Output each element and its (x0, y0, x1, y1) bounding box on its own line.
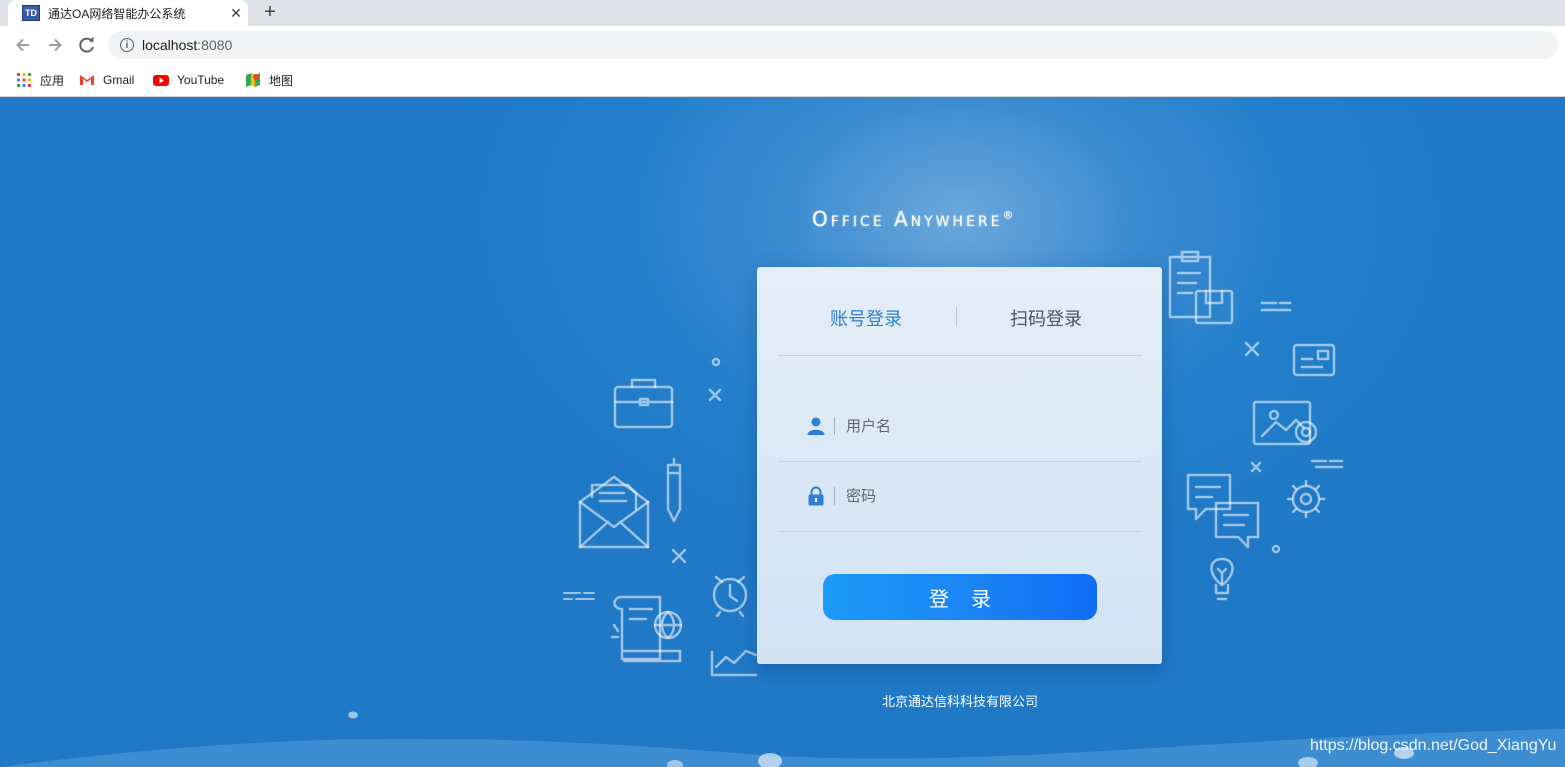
password-input[interactable] (844, 486, 1108, 506)
id-card-icon (1292, 343, 1336, 377)
password-field (778, 461, 1142, 532)
login-card: 账号登录 扫码登录 登录 (757, 267, 1162, 664)
url-port: :8080 (197, 37, 233, 53)
logo-text: Office Anywhere (812, 207, 1003, 231)
briefcase-icon (613, 378, 674, 429)
login-button[interactable]: 登录 (823, 574, 1097, 620)
envelope-icon (578, 475, 650, 549)
tab-account-login[interactable]: 账号登录 (830, 305, 902, 331)
address-bar[interactable]: i localhost:8080 (108, 31, 1558, 59)
tab-qrcode-login[interactable]: 扫码登录 (1010, 305, 1082, 331)
image-settings-icon (1252, 400, 1318, 446)
bookmark-label: Gmail (103, 73, 135, 87)
lock-icon (808, 486, 824, 506)
field-separator (834, 417, 835, 435)
back-arrow-icon[interactable] (12, 34, 34, 56)
youtube-icon (153, 75, 169, 86)
url-host: localhost (142, 37, 198, 53)
registered-mark: ® (1002, 208, 1014, 222)
gear-icon (1286, 479, 1326, 519)
gmail-icon (80, 75, 94, 85)
reload-icon[interactable] (76, 34, 98, 56)
login-page: Office Anywhere® 账号登录 扫码登录 登录 (0, 97, 1565, 767)
user-icon (807, 417, 825, 435)
csdn-watermark: https://blog.csdn.net/God_XiangYu (1310, 737, 1557, 754)
browser-tab[interactable]: TD 通达OA网络智能办公系统 ✕ (8, 0, 248, 26)
browser-tabstrip: TD 通达OA网络智能办公系统 ✕ + (0, 0, 1565, 26)
line-chart-icon (710, 649, 758, 677)
apps-grid-icon (17, 73, 31, 87)
username-field (778, 391, 1142, 462)
pen-icon (666, 457, 682, 523)
clipboard-icon (1168, 250, 1234, 325)
alarm-clock-icon (712, 575, 748, 618)
tab-divider (956, 307, 957, 327)
login-tabs: 账号登录 扫码登录 (778, 267, 1142, 356)
bookmark-label: YouTube (177, 73, 225, 87)
office-anywhere-logo: Office Anywhere® (812, 207, 1013, 231)
field-separator (834, 487, 835, 505)
new-tab-button[interactable]: + (258, 1, 282, 25)
site-info-icon[interactable]: i (120, 38, 134, 52)
username-input[interactable] (844, 416, 1108, 436)
chat-bubbles-icon (1186, 473, 1260, 549)
bookmark-youtube[interactable]: YouTube (153, 70, 224, 90)
bookmark-gmail[interactable]: Gmail (79, 70, 134, 90)
bookmarks-bar: 应用 Gmail YouTube 地图 (0, 64, 1565, 97)
browser-toolbar: i localhost:8080 (0, 26, 1565, 64)
tab-title: 通达OA网络智能办公系统 (48, 6, 186, 21)
maps-icon (246, 73, 260, 87)
bookmark-label: 地图 (269, 73, 294, 88)
close-tab-icon[interactable]: ✕ (224, 5, 248, 22)
bottom-wave-decoration (0, 711, 1565, 767)
lightbulb-icon (1210, 557, 1234, 601)
forward-arrow-icon[interactable] (44, 34, 66, 56)
bookmark-apps[interactable]: 应用 (16, 70, 64, 90)
scroll-globe-icon (610, 595, 683, 663)
bookmark-label: 应用 (40, 73, 65, 88)
bookmark-maps[interactable]: 地图 (245, 70, 293, 90)
td-favicon-icon: TD (22, 5, 40, 21)
